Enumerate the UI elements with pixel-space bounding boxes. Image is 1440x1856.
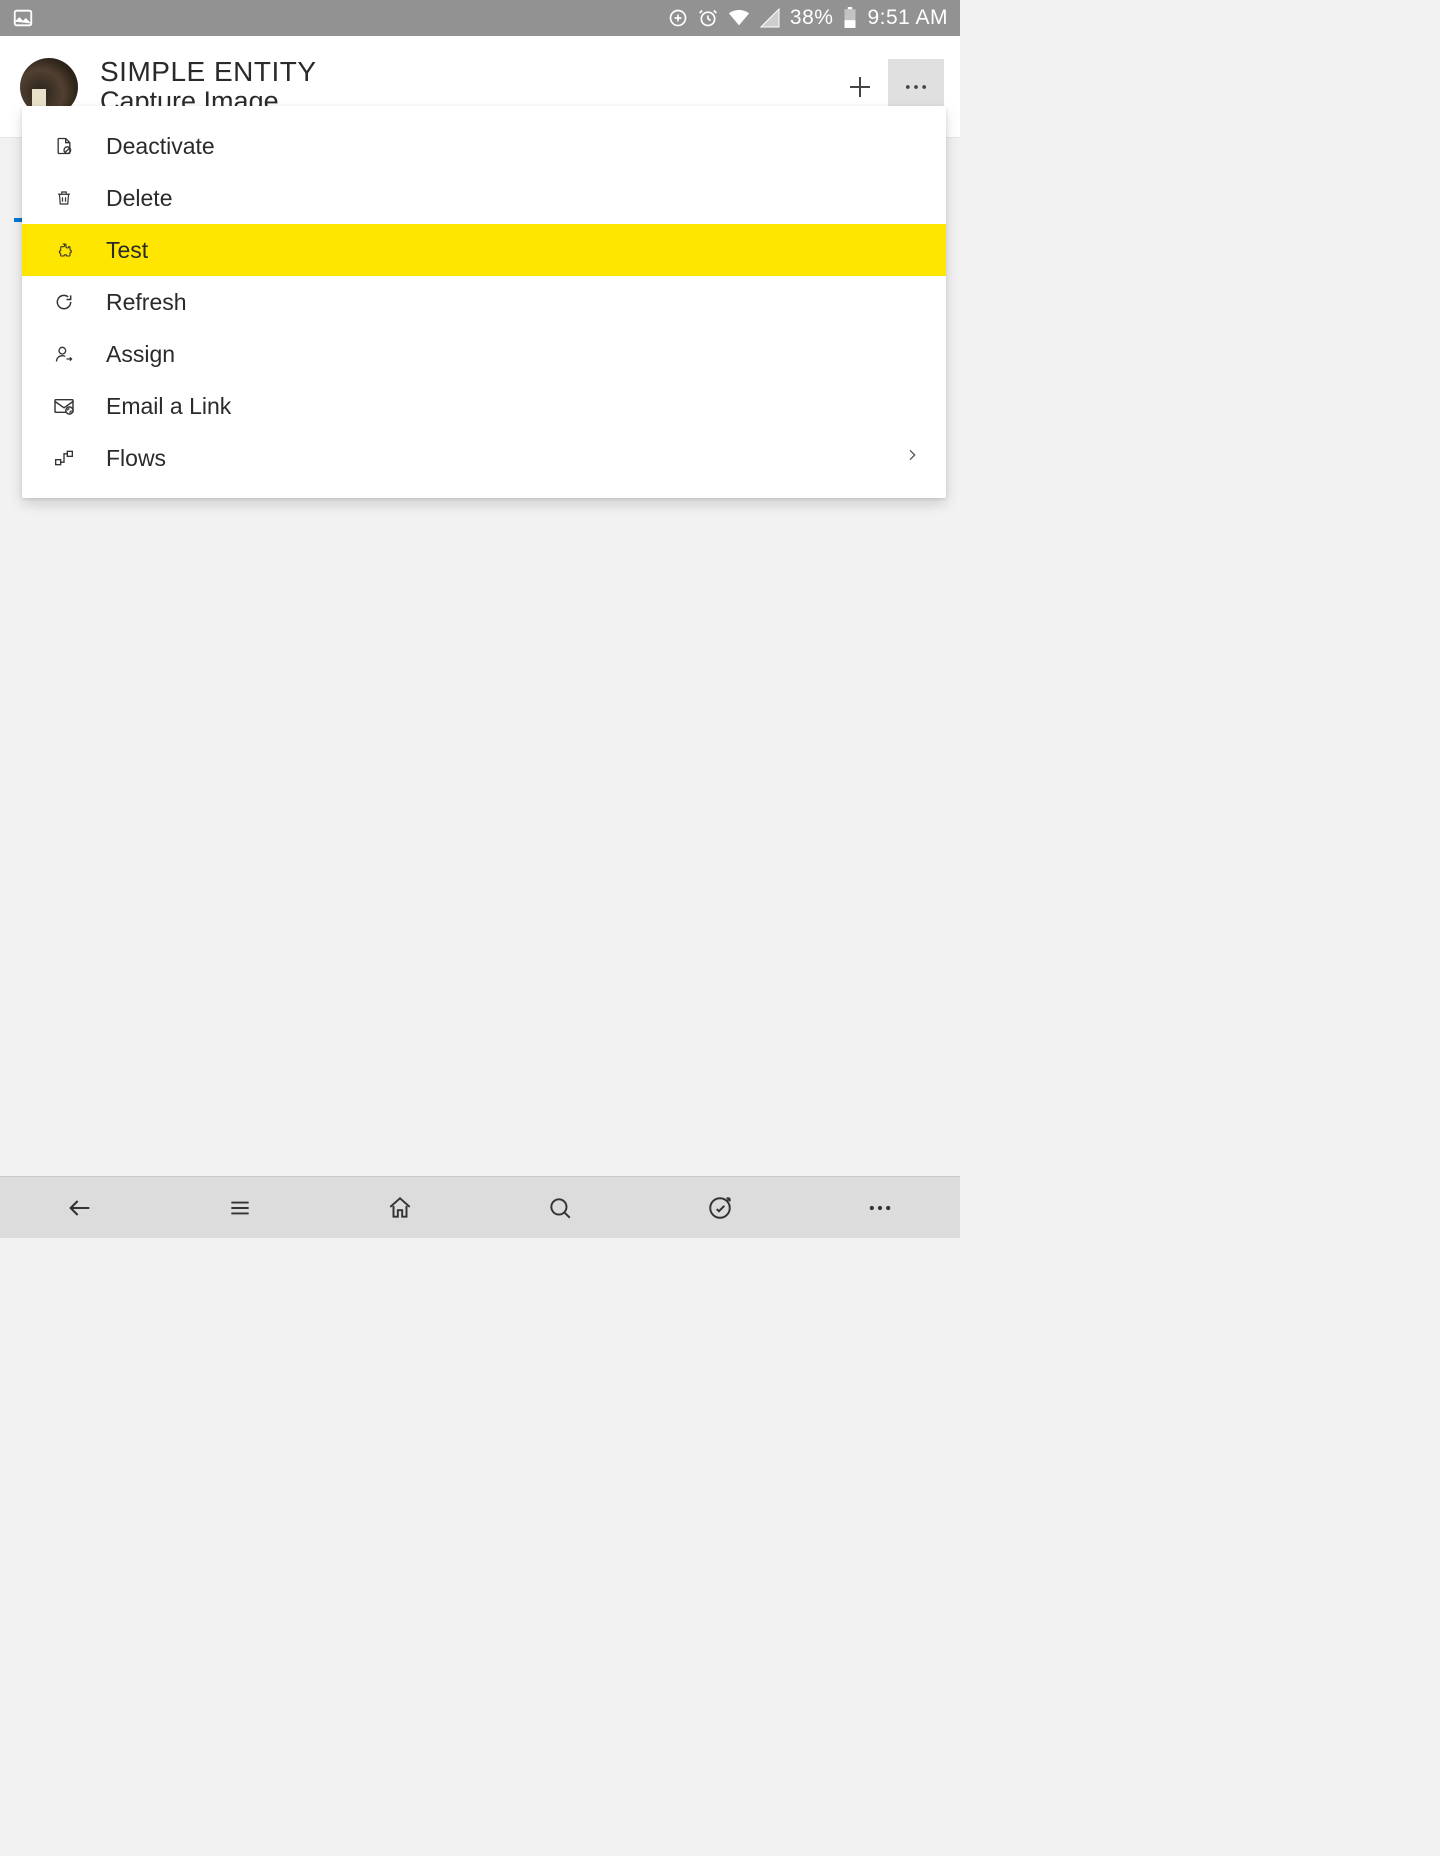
menu-item-email-link[interactable]: Email a Link bbox=[22, 380, 946, 432]
menu-item-label: Flows bbox=[106, 445, 904, 472]
wifi-icon bbox=[728, 8, 750, 28]
nav-task-button[interactable] bbox=[640, 1177, 800, 1238]
flow-icon bbox=[52, 446, 76, 470]
menu-item-delete[interactable]: Delete bbox=[22, 172, 946, 224]
refresh-icon bbox=[52, 290, 76, 314]
bottom-nav bbox=[0, 1176, 960, 1238]
more-horizontal-icon bbox=[866, 1194, 894, 1222]
cell-signal-icon bbox=[760, 8, 780, 28]
menu-item-flows[interactable]: Flows bbox=[22, 432, 946, 484]
menu-item-label: Assign bbox=[106, 341, 920, 368]
search-icon bbox=[547, 1195, 573, 1221]
picture-notification-icon bbox=[12, 7, 34, 29]
task-arrow-icon bbox=[707, 1195, 733, 1221]
menu-item-label: Deactivate bbox=[106, 133, 920, 160]
plus-icon bbox=[845, 72, 875, 102]
nav-home-button[interactable] bbox=[320, 1177, 480, 1238]
assign-icon bbox=[52, 342, 76, 366]
home-icon bbox=[387, 1195, 413, 1221]
menu-item-test[interactable]: Test bbox=[22, 224, 946, 276]
clock-time: 9:51 AM bbox=[867, 6, 948, 30]
menu-item-assign[interactable]: Assign bbox=[22, 328, 946, 380]
menu-item-label: Refresh bbox=[106, 289, 920, 316]
overflow-menu: Deactivate Delete Test Refresh Assign Em… bbox=[22, 106, 946, 498]
nav-menu-button[interactable] bbox=[160, 1177, 320, 1238]
nav-search-button[interactable] bbox=[480, 1177, 640, 1238]
trash-icon bbox=[52, 186, 76, 210]
menu-item-label: Test bbox=[106, 237, 920, 264]
alarm-icon bbox=[698, 8, 718, 28]
menu-item-label: Delete bbox=[106, 185, 920, 212]
menu-item-deactivate[interactable]: Deactivate bbox=[22, 120, 946, 172]
tab-indicator bbox=[14, 218, 22, 222]
hamburger-icon bbox=[227, 1195, 253, 1221]
battery-percent: 38% bbox=[790, 6, 834, 30]
mail-link-icon bbox=[52, 394, 76, 418]
battery-icon bbox=[843, 7, 857, 29]
android-status-bar: 38% 9:51 AM bbox=[0, 0, 960, 36]
chevron-right-icon bbox=[904, 444, 920, 472]
puzzle-icon bbox=[52, 238, 76, 262]
nav-more-button[interactable] bbox=[800, 1177, 960, 1238]
menu-item-label: Email a Link bbox=[106, 393, 920, 420]
more-horizontal-icon bbox=[902, 73, 930, 101]
deactivate-icon bbox=[52, 134, 76, 158]
menu-item-refresh[interactable]: Refresh bbox=[22, 276, 946, 328]
data-saver-icon bbox=[668, 8, 688, 28]
nav-back-button[interactable] bbox=[0, 1177, 160, 1238]
arrow-left-icon bbox=[66, 1194, 94, 1222]
entity-name: SIMPLE ENTITY bbox=[100, 56, 832, 88]
